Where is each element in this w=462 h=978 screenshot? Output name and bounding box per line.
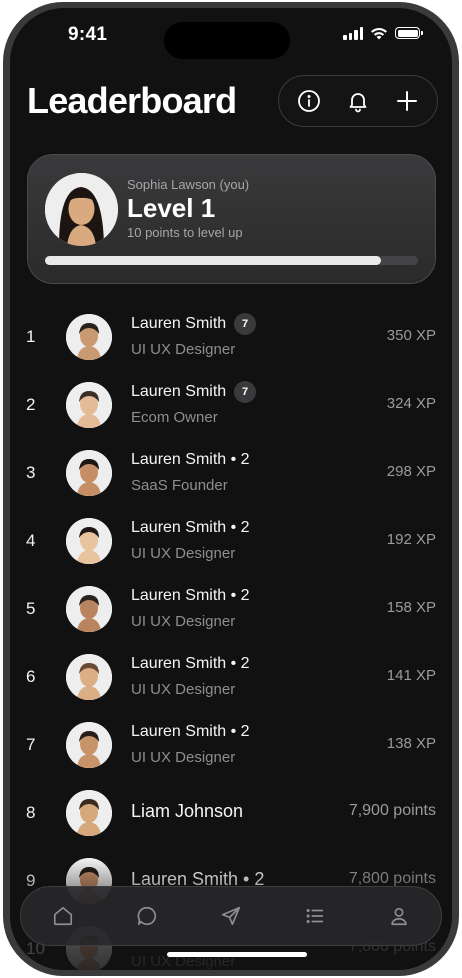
nav-profile[interactable]	[379, 896, 419, 936]
leaderboard-row[interactable]: 6 Lauren Smith • 2 UI UX Designer 141 XP	[10, 643, 452, 711]
battery-icon	[395, 27, 423, 39]
member-score: 192 XP	[386, 531, 436, 548]
plus-icon	[396, 91, 417, 111]
nav-send[interactable]	[211, 896, 251, 936]
rank-number: 7	[26, 735, 36, 754]
rank-number: 6	[26, 667, 36, 686]
home-indicator	[167, 952, 307, 957]
user-level: Level 1	[127, 193, 216, 223]
info-button[interactable]	[291, 83, 327, 119]
user-name: Sophia Lawson (you)	[127, 177, 250, 192]
member-avatar	[66, 382, 112, 428]
member-role: UI UX Designer	[131, 545, 236, 562]
header-actions	[278, 75, 438, 127]
member-score: 141 XP	[386, 667, 436, 684]
member-name: Lauren Smith	[131, 315, 227, 332]
member-score: 138 XP	[386, 735, 436, 752]
level-progress-text: 10 points to level up	[127, 225, 243, 240]
member-role: UI UX Designer	[131, 613, 236, 630]
member-score: 324 XP	[386, 395, 436, 412]
rank-number: 2	[26, 395, 36, 414]
dynamic-island	[164, 22, 290, 59]
member-role: UI UX Designer	[131, 749, 236, 766]
profile-icon	[391, 907, 407, 926]
member-name: Lauren Smith	[131, 383, 227, 400]
member-avatar	[66, 450, 112, 496]
member-avatar	[66, 586, 112, 632]
member-badge: 7	[234, 313, 256, 335]
wifi-icon	[371, 27, 387, 39]
chat-icon	[137, 906, 157, 926]
leaderboard-row[interactable]: 2 Lauren Smith 7 Ecom Owner 324 XP	[10, 371, 452, 439]
member-role: SaaS Founder	[131, 477, 228, 494]
rank-number: 3	[26, 463, 36, 482]
member-avatar	[66, 654, 112, 700]
member-badge: 7	[234, 381, 256, 403]
member-avatar	[66, 790, 112, 836]
member-score: 350 XP	[386, 327, 436, 344]
rank-number: 4	[26, 531, 36, 550]
info-icon	[298, 90, 321, 112]
member-role: UI UX Designer	[131, 681, 236, 698]
member-avatar	[66, 722, 112, 768]
user-avatar	[45, 173, 118, 246]
list-icon	[306, 908, 324, 924]
notifications-button[interactable]	[340, 83, 376, 119]
add-button[interactable]	[389, 83, 425, 119]
status-icons	[343, 26, 423, 40]
member-name: Lauren Smith • 2	[131, 451, 250, 468]
status-time: 9:41	[68, 24, 108, 45]
member-name: Lauren Smith • 2	[131, 519, 250, 536]
member-avatar	[66, 314, 112, 360]
nav-chat[interactable]	[127, 896, 167, 936]
page-title: Leaderboard	[27, 80, 237, 121]
phone: 9:41 Leaderboard Sophia Lawson (you) Lev…	[0, 0, 462, 978]
leaderboard-row[interactable]: 5 Lauren Smith • 2 UI UX Designer 158 XP	[10, 575, 452, 643]
member-name: Lauren Smith • 2	[131, 655, 250, 672]
member-name: Lauren Smith • 2	[131, 723, 250, 740]
home-icon	[53, 906, 73, 926]
member-score: 298 XP	[386, 463, 436, 480]
leaderboard-row[interactable]: 3 Lauren Smith • 2 SaaS Founder 298 XP	[10, 439, 452, 507]
member-role: Ecom Owner	[131, 409, 218, 426]
leaderboard-row[interactable]: 1 Lauren Smith 7 UI UX Designer 350 XP	[10, 303, 452, 371]
member-score: 158 XP	[386, 599, 436, 616]
screen: 9:41 Leaderboard Sophia Lawson (you) Lev…	[10, 8, 452, 970]
member-name: Lauren Smith • 2	[131, 587, 250, 604]
profile-card[interactable]: Sophia Lawson (you) Level 1 10 points to…	[27, 154, 436, 284]
member-avatar	[66, 518, 112, 564]
level-progress-bar	[45, 256, 418, 265]
bell-icon	[349, 93, 367, 113]
level-progress-fill	[45, 256, 381, 265]
member-name: Liam Johnson	[131, 801, 244, 821]
member-role: UI UX Designer	[131, 341, 236, 358]
leaderboard-row[interactable]: 4 Lauren Smith • 2 UI UX Designer 192 XP	[10, 507, 452, 575]
send-icon	[221, 906, 241, 926]
nav-list[interactable]	[295, 896, 335, 936]
nav-home[interactable]	[43, 896, 83, 936]
rank-number: 5	[26, 599, 36, 618]
rank-number: 1	[26, 327, 36, 346]
leaderboard-row[interactable]: 7 Lauren Smith • 2 UI UX Designer 138 XP	[10, 711, 452, 779]
bottom-nav	[20, 886, 442, 946]
cellular-signal-icon	[343, 26, 363, 40]
rank-number: 8	[26, 803, 36, 822]
leaderboard-row[interactable]: 8 Liam Johnson 7,900 points	[10, 779, 452, 847]
member-score: 7,900 points	[348, 802, 436, 819]
